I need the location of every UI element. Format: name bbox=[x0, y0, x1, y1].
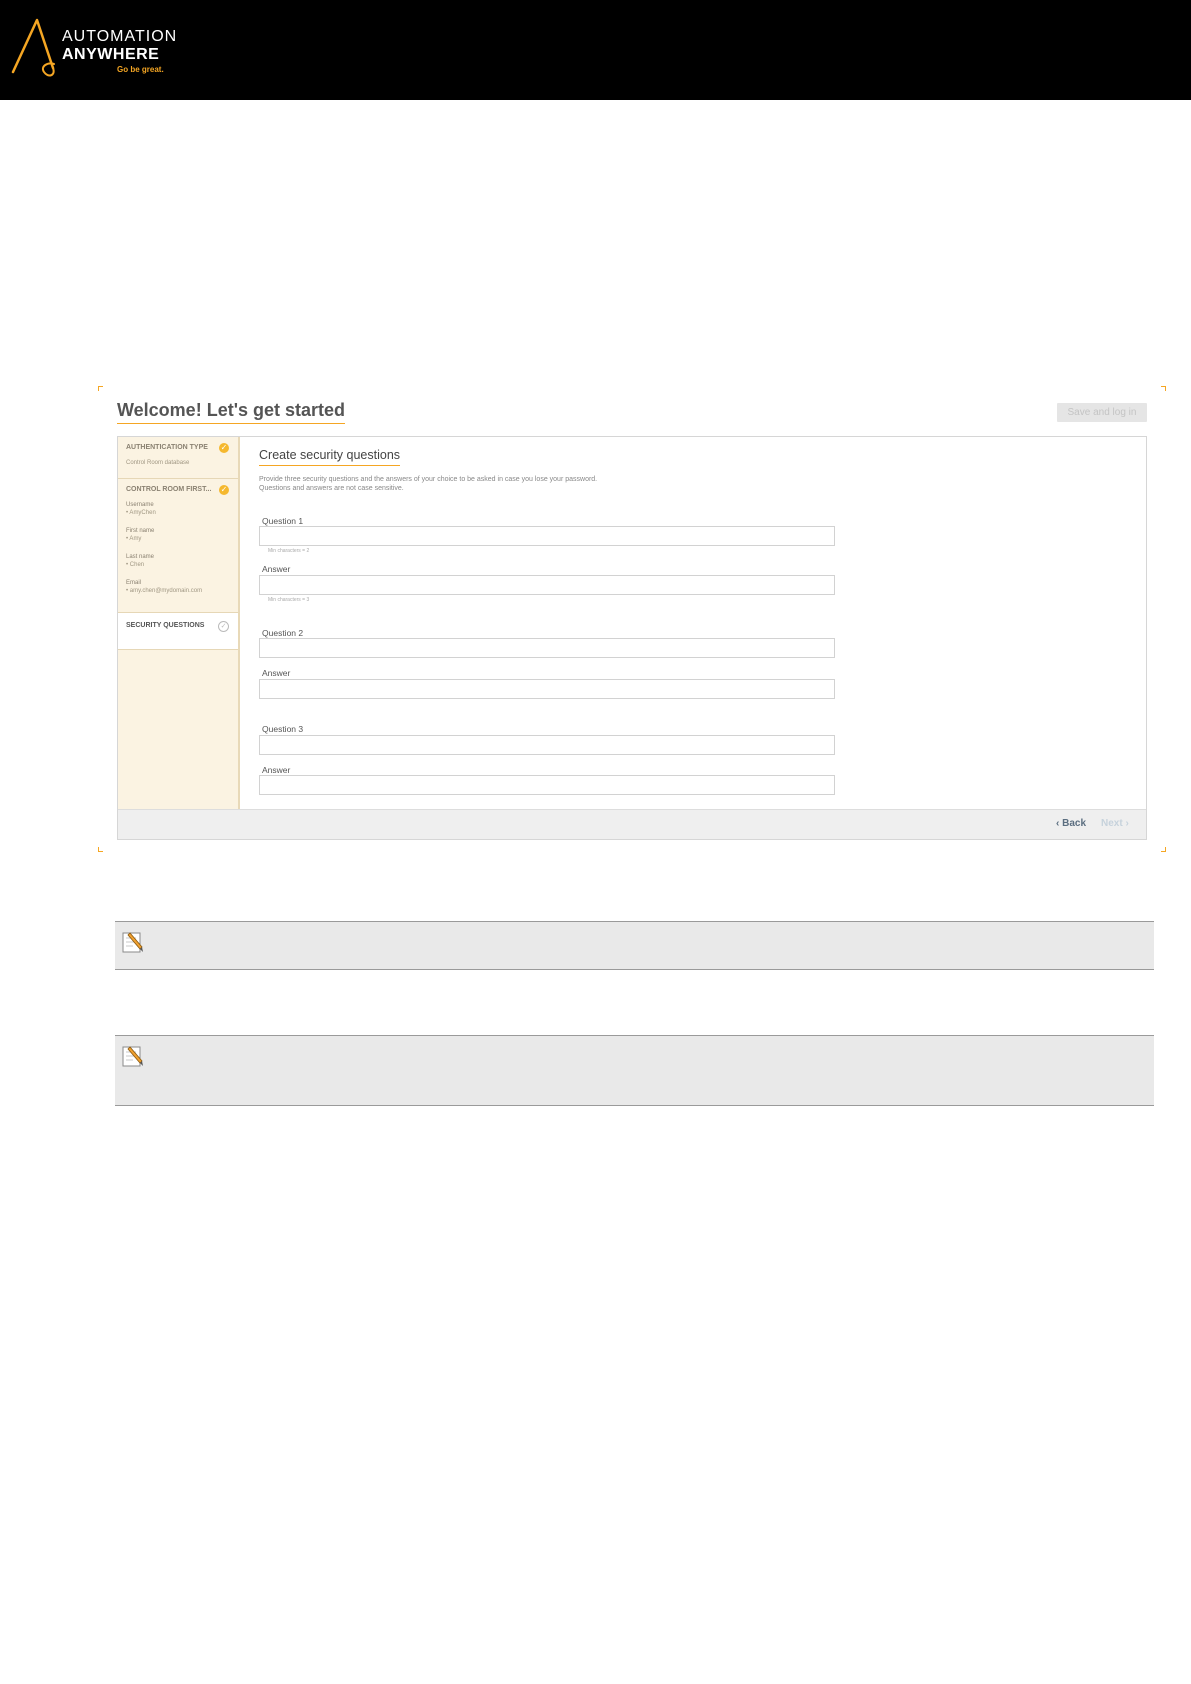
question-2-input[interactable] bbox=[259, 638, 835, 658]
answer-3-input[interactable] bbox=[259, 775, 835, 795]
check-circle-icon: ✓ bbox=[219, 443, 229, 453]
sidebar-step-authentication-type[interactable]: AUTHENTICATION TYPE Control Room databas… bbox=[118, 437, 238, 479]
note-box bbox=[115, 1035, 1154, 1106]
question-1-hint: Min characters = 2 bbox=[268, 548, 310, 554]
answer-2-input[interactable] bbox=[259, 679, 835, 699]
save-and-login-button[interactable]: Save and log in bbox=[1057, 403, 1147, 422]
question-3-input[interactable] bbox=[259, 735, 835, 755]
field-label-last-name: Last name bbox=[126, 554, 155, 560]
step-value: Control Room database bbox=[126, 460, 190, 466]
field-value-last-name: • Chen bbox=[126, 562, 145, 568]
logo-text-anywhere: ANYWHERE bbox=[62, 46, 160, 63]
check-circle-icon: ✓ bbox=[219, 485, 229, 495]
field-label-first-name: First name bbox=[126, 528, 155, 534]
step-title: CONTROL ROOM FIRST... bbox=[126, 486, 212, 493]
step-title: SECURITY QUESTIONS bbox=[126, 622, 205, 629]
page-title: Welcome! Let's get started bbox=[117, 399, 346, 424]
logo-text-automation: AUTOMATION bbox=[62, 28, 178, 45]
sidebar-step-control-room-first-user[interactable]: CONTROL ROOM FIRST... ✓ Username • AmyCh… bbox=[118, 479, 238, 613]
frame-corner bbox=[98, 847, 103, 852]
question-1-label: Question 1 bbox=[262, 516, 304, 526]
wizard-footer: ‹ Back Next › bbox=[118, 809, 1146, 839]
field-label-email: Email bbox=[126, 580, 142, 586]
sidebar-step-security-questions[interactable]: SECURITY QUESTIONS ✓ bbox=[118, 613, 248, 650]
wizard-content: Create security questions Provide three … bbox=[240, 437, 1146, 809]
field-value-username: • AmyChen bbox=[126, 510, 156, 516]
frame-corner bbox=[98, 386, 103, 391]
field-label-username: Username bbox=[126, 502, 154, 508]
logo-tagline: Go be great. bbox=[117, 65, 164, 74]
frame-corner bbox=[1161, 386, 1166, 391]
logo-a-mark-icon bbox=[11, 18, 55, 77]
note-pencil-icon bbox=[122, 932, 143, 953]
next-button[interactable]: Next › bbox=[1101, 818, 1129, 829]
field-value-first-name: • Amy bbox=[126, 536, 142, 542]
automation-anywhere-logo: AUTOMATION ANYWHERE Go be great. bbox=[10, 14, 210, 80]
note-box bbox=[115, 921, 1154, 970]
section-description: Provide three security questions and the… bbox=[259, 476, 598, 492]
screenshot-figure: Welcome! Let's get started Save and log … bbox=[98, 386, 1166, 852]
answer-1-hint: Min characters = 3 bbox=[268, 597, 310, 603]
wizard-sidebar: AUTHENTICATION TYPE Control Room databas… bbox=[118, 437, 248, 809]
answer-3-label: Answer bbox=[262, 765, 291, 775]
frame-corner bbox=[1161, 847, 1166, 852]
setup-wizard: AUTHENTICATION TYPE Control Room databas… bbox=[117, 436, 1147, 840]
answer-1-input[interactable] bbox=[259, 575, 835, 595]
field-value-email: • amy.chen@mydomain.com bbox=[126, 588, 203, 594]
answer-2-label: Answer bbox=[262, 668, 291, 678]
answer-1-label: Answer bbox=[262, 564, 291, 574]
check-circle-outline-icon: ✓ bbox=[218, 621, 229, 632]
note-pencil-icon bbox=[122, 1046, 143, 1067]
step-title: AUTHENTICATION TYPE bbox=[126, 444, 208, 451]
section-title: Create security questions bbox=[259, 447, 401, 466]
question-3-label: Question 3 bbox=[262, 724, 304, 734]
question-1-input[interactable] bbox=[259, 526, 835, 546]
question-2-label: Question 2 bbox=[262, 628, 304, 638]
top-header: AUTOMATION ANYWHERE Go be great. bbox=[0, 0, 1191, 100]
back-button[interactable]: ‹ Back bbox=[1056, 818, 1086, 829]
